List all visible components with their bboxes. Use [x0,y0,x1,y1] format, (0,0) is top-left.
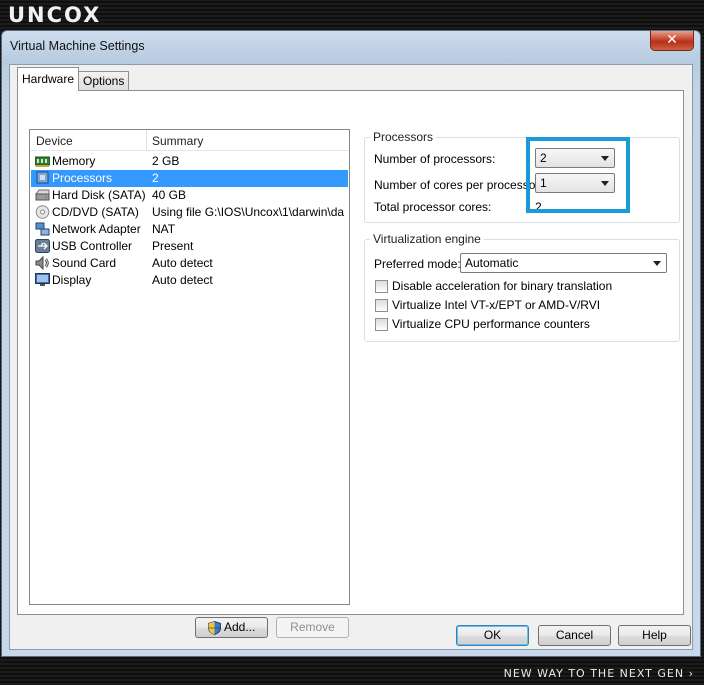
device-name: CD/DVD (SATA) [52,205,139,219]
device-row-usb-controller[interactable]: USB Controller Present [31,238,348,255]
device-name: Memory [52,154,96,168]
device-name: Sound Card [52,256,117,270]
device-row-memory[interactable]: Memory 2 GB [31,153,348,170]
preferred-mode-value: Automatic [465,256,519,270]
add-button-label: Add... [224,620,256,634]
cancel-button[interactable]: Cancel [538,625,611,646]
processors-group-title: Processors [370,130,437,144]
device-name: Hard Disk (SATA) [52,188,146,202]
virtualize-perf-counters-label[interactable]: Virtualize CPU performance counters [392,317,590,331]
device-summary: 40 GB [152,188,187,202]
processor-icon [36,171,49,184]
device-row-sound-card[interactable]: Sound Card Auto detect [31,255,348,272]
device-name: Processors [52,171,113,185]
dialog-client-area: Hardware Options Device Summary Memory 2… [9,64,693,650]
window-title: Virtual Machine Settings [10,39,145,53]
virtualize-perf-counters-checkbox[interactable] [375,318,388,331]
ok-button[interactable]: OK [456,625,529,646]
processors-group: Processors Number of processors: 2 Numbe… [364,130,680,223]
preferred-mode-select[interactable]: Automatic [460,253,667,273]
column-divider[interactable] [146,130,147,150]
device-summary: Auto detect [152,256,213,270]
cores-per-processor-label: Number of cores per processor: [374,178,543,192]
add-device-button[interactable]: Add... [195,617,268,638]
device-summary: 2 GB [152,154,180,168]
disable-acceleration-label[interactable]: Disable acceleration for binary translat… [392,279,612,293]
device-row-processors[interactable]: Processors 2 [31,170,348,187]
device-row-hard-disk[interactable]: Hard Disk (SATA) 40 GB [31,187,348,204]
device-summary: Auto detect [152,273,213,287]
device-summary: Using file G:\IOS\Uncox\1\darwin\da... [152,205,344,219]
device-name: Display [52,273,92,287]
num-processors-label: Number of processors: [374,152,496,166]
device-summary: Present [152,239,194,253]
monitor-icon [35,273,50,286]
cd-dvd-icon [35,205,50,219]
remove-device-button[interactable]: Remove [276,617,349,638]
settings-window: Virtual Machine Settings ✕ Hardware Opti… [1,30,701,657]
hardware-tab-panel: Device Summary Memory 2 GB Processors 2 … [17,90,684,638]
device-name: Network Adapter [52,222,141,236]
network-adapter-icon [35,222,50,236]
virtualization-group: Virtualization engine Preferred mode: Au… [364,232,680,342]
highlight-box [526,137,630,213]
device-name: USB Controller [52,239,133,253]
memory-icon [35,156,50,167]
chevron-down-icon [653,261,661,266]
preferred-mode-label: Preferred mode: [374,257,461,271]
tagline: NEW WAY TO THE NEXT GEN › [503,667,694,680]
hard-disk-icon [35,189,50,201]
speaker-icon [35,256,49,270]
device-summary: 2 [152,171,159,185]
column-header-summary[interactable]: Summary [152,134,203,148]
close-icon: ✕ [666,32,678,48]
device-row-network-adapter[interactable]: Network Adapter NAT [31,221,348,238]
tab-options[interactable]: Options [78,71,130,91]
device-summary: NAT [152,222,176,236]
device-row-display[interactable]: Display Auto detect [31,272,348,289]
virtualize-vtx-checkbox[interactable] [375,299,388,312]
virtualize-vtx-label[interactable]: Virtualize Intel VT-x/EPT or AMD-V/RVI [392,298,600,312]
device-row-cd-dvd[interactable]: CD/DVD (SATA) Using file G:\IOS\Uncox\1\… [31,204,348,221]
device-list-header: Device Summary [30,130,349,151]
help-button[interactable]: Help [618,625,691,646]
disable-acceleration-checkbox[interactable] [375,280,388,293]
device-list[interactable]: Device Summary Memory 2 GB Processors 2 … [29,129,350,605]
uncox-logo: UNCOX [8,3,102,27]
virtualization-group-title: Virtualization engine [370,232,484,246]
tab-hardware[interactable]: Hardware [17,67,80,91]
close-button[interactable]: ✕ [650,31,694,51]
usb-icon [35,239,50,253]
column-header-device[interactable]: Device [36,134,73,148]
shield-icon [208,621,221,635]
total-cores-label: Total processor cores: [374,200,492,214]
